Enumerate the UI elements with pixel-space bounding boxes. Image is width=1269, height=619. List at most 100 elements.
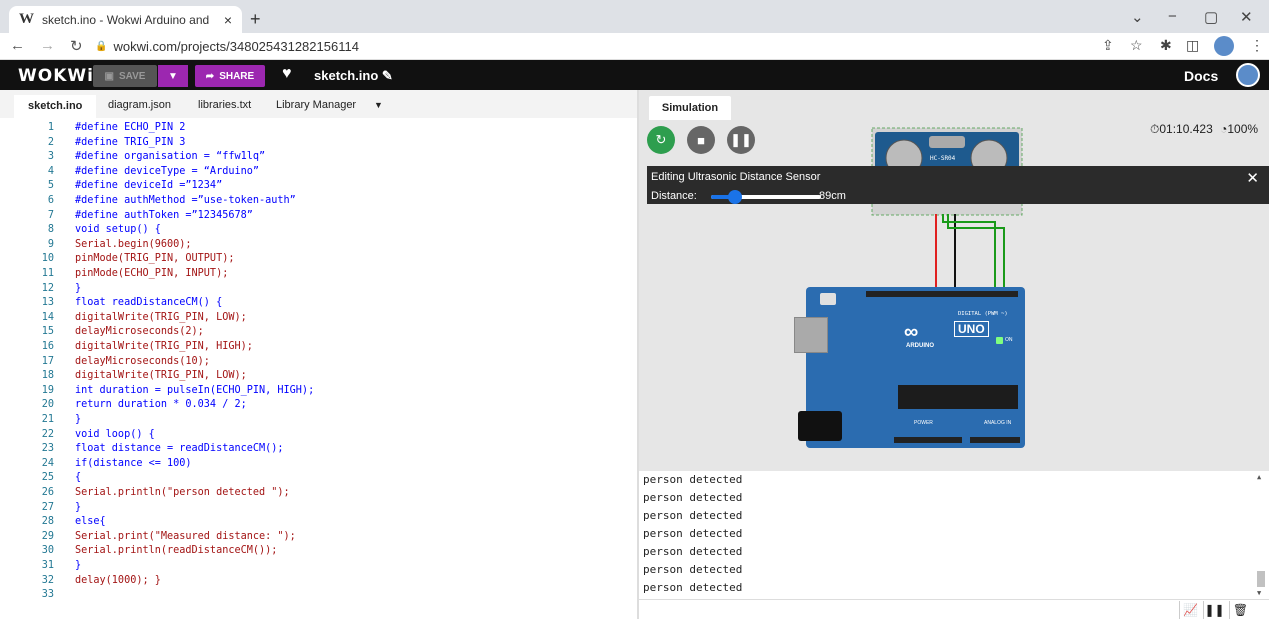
scroll-down-icon[interactable]: ▼ bbox=[1257, 589, 1261, 597]
code-text: delay(1000); } bbox=[75, 574, 161, 586]
code-text: #define TRIG_PIN 3 bbox=[75, 136, 186, 148]
heart-icon[interactable]: ♥ bbox=[282, 65, 292, 83]
user-avatar[interactable] bbox=[1236, 63, 1260, 87]
reload-icon[interactable]: ↻ bbox=[70, 37, 83, 55]
window-close-icon[interactable]: ✕ bbox=[1240, 8, 1253, 26]
wokwi-favicon-icon: W bbox=[19, 11, 34, 27]
wokwi-header: WOKWi ▣ SAVE ▼ ➦ SHARE ♥ sketch.ino ✎ Do… bbox=[0, 60, 1269, 90]
browser-menu-icon[interactable]: ⋮ bbox=[1250, 37, 1264, 54]
address-bar: ← → ↻ 🔒 wokwi.com/projects/3480254312821… bbox=[0, 33, 1269, 60]
code-text: Serial.begin(9600); bbox=[75, 238, 192, 250]
share-page-icon[interactable]: ⇪ bbox=[1102, 37, 1114, 54]
serial-scrollbar[interactable]: ▲ ▼ bbox=[1257, 471, 1265, 599]
line-number: 2 bbox=[47, 136, 54, 148]
line-number: 12 bbox=[41, 282, 54, 294]
line-number: 9 bbox=[47, 238, 54, 250]
tab-sketch-ino[interactable]: sketch.ino bbox=[14, 95, 97, 118]
side-panel-icon[interactable]: ◫ bbox=[1186, 37, 1199, 54]
code-text: pinMode(ECHO_PIN, INPUT); bbox=[75, 268, 229, 279]
slider-thumb[interactable] bbox=[728, 190, 743, 204]
distance-slider[interactable] bbox=[711, 190, 821, 204]
browser-tab[interactable]: W sketch.ino - Wokwi Arduino and × bbox=[9, 6, 242, 33]
back-icon[interactable]: ← bbox=[10, 37, 25, 54]
serial-line: person detected bbox=[643, 545, 743, 558]
pause-icon: ❚❚ bbox=[1204, 603, 1225, 617]
restore-icon[interactable]: ▢ bbox=[1204, 8, 1218, 26]
minimize-icon[interactable]: − bbox=[1168, 8, 1177, 25]
arduino-uno-board[interactable]: DIGITAL (PWM ~) ∞ UNO ARDUINO ON POWER A… bbox=[794, 287, 1025, 448]
browser-profile-avatar[interactable] bbox=[1214, 36, 1234, 56]
share-button[interactable]: ➦ SHARE bbox=[195, 65, 265, 87]
code-text: int duration = pulseIn(ECHO_PIN, HIGH); bbox=[75, 384, 315, 396]
code-text: Serial.println(readDistanceCM()); bbox=[75, 545, 278, 557]
tab-search-icon[interactable]: ⌄ bbox=[1131, 8, 1144, 26]
clear-serial-button[interactable]: 🗑 bbox=[1229, 601, 1251, 619]
chevron-down-icon: ▼ bbox=[168, 70, 178, 82]
line-number: 20 bbox=[41, 399, 54, 411]
serial-monitor[interactable]: ▲ ▼ person detected person detected person… bbox=[637, 471, 1269, 599]
line-number: 5 bbox=[47, 180, 54, 192]
browser-tab-title: sketch.ino - Wokwi Arduino and bbox=[42, 12, 210, 27]
distance-value: 89cm bbox=[819, 190, 846, 202]
line-number: 28 bbox=[41, 516, 54, 528]
on-led-label: ON bbox=[1005, 337, 1013, 343]
usb-port bbox=[794, 317, 828, 353]
save-icon: ▣ bbox=[104, 70, 114, 82]
on-led bbox=[996, 337, 1003, 344]
lock-icon: 🔒 bbox=[95, 40, 108, 52]
code-text: float readDistanceCM() { bbox=[75, 297, 223, 309]
code-text: } bbox=[75, 414, 82, 425]
code-text: digitalWrite(TRIG_PIN, LOW); bbox=[75, 370, 247, 382]
code-text: if(distance <= 100) bbox=[75, 457, 192, 469]
code-text: float distance = readDistanceCM(); bbox=[75, 443, 284, 455]
url-text: wokwi.com/projects/348025431282156114 bbox=[113, 38, 359, 54]
reset-button[interactable] bbox=[820, 293, 836, 305]
line-number: 22 bbox=[41, 428, 54, 440]
code-editor[interactable]: 1 #define ECHO_PIN 2 2 #define TRIG_PIN 3 3 #… bbox=[0, 118, 637, 619]
line-number: 17 bbox=[41, 355, 54, 367]
code-text: #define authToken =”12345678” bbox=[75, 209, 253, 221]
wokwi-logo[interactable]: WOKWi bbox=[18, 66, 94, 86]
digital-header bbox=[866, 291, 1018, 297]
arduino-logo-icon: ∞ bbox=[904, 321, 919, 343]
scroll-up-icon[interactable]: ▲ bbox=[1257, 473, 1261, 481]
code-text: #define ECHO_PIN 2 bbox=[75, 122, 186, 133]
code-text: digitalWrite(TRIG_PIN, HIGH); bbox=[75, 341, 253, 352]
share-label: SHARE bbox=[219, 70, 255, 82]
url-input[interactable]: 🔒 wokwi.com/projects/348025431282156114 bbox=[95, 35, 1095, 57]
line-number: 31 bbox=[41, 560, 54, 571]
serial-pause-button[interactable]: ❚❚ bbox=[1203, 601, 1225, 619]
tab-more-dropdown-icon[interactable]: ▼ bbox=[374, 100, 383, 110]
sensor-crystal bbox=[929, 136, 965, 148]
distance-label: Distance: bbox=[651, 190, 697, 202]
plotter-button[interactable]: 📈 bbox=[1179, 601, 1201, 619]
forward-icon[interactable]: → bbox=[40, 37, 55, 54]
line-number: 14 bbox=[41, 311, 54, 323]
browser-tab-strip: W sketch.ino - Wokwi Arduino and × + ⌄ −… bbox=[0, 0, 1269, 33]
line-number: 21 bbox=[41, 414, 54, 425]
serial-line: person detected bbox=[643, 509, 743, 522]
code-text: else{ bbox=[75, 516, 106, 528]
tab-libraries-txt[interactable]: libraries.txt bbox=[198, 99, 251, 111]
save-button[interactable]: ▣ SAVE bbox=[93, 65, 157, 87]
line-number: 1 bbox=[47, 122, 54, 133]
tab-library-manager[interactable]: Library Manager bbox=[276, 99, 356, 111]
code-text: { bbox=[75, 472, 82, 484]
code-text: #define organisation = “ffw1lq” bbox=[75, 151, 266, 163]
project-file-name[interactable]: sketch.ino ✎ bbox=[314, 68, 393, 84]
code-text: return duration * 0.034 / 2; bbox=[75, 399, 247, 411]
line-number: 11 bbox=[41, 268, 54, 279]
bookmark-star-icon[interactable]: ☆ bbox=[1130, 37, 1143, 54]
new-tab-button[interactable]: + bbox=[250, 9, 261, 30]
tab-diagram-json[interactable]: diagram.json bbox=[108, 99, 171, 111]
docs-link[interactable]: Docs bbox=[1184, 68, 1218, 84]
line-number: 13 bbox=[41, 297, 54, 309]
extensions-icon[interactable]: ✱ bbox=[1160, 37, 1172, 54]
close-tab-icon[interactable]: × bbox=[224, 12, 232, 28]
save-dropdown-button[interactable]: ▼ bbox=[158, 65, 188, 87]
microcontroller-chip bbox=[898, 385, 1018, 409]
line-number: 4 bbox=[47, 165, 54, 177]
code-text: void loop() { bbox=[75, 428, 155, 440]
close-icon[interactable]: ✕ bbox=[1246, 169, 1259, 187]
scroll-thumb[interactable] bbox=[1257, 571, 1265, 587]
